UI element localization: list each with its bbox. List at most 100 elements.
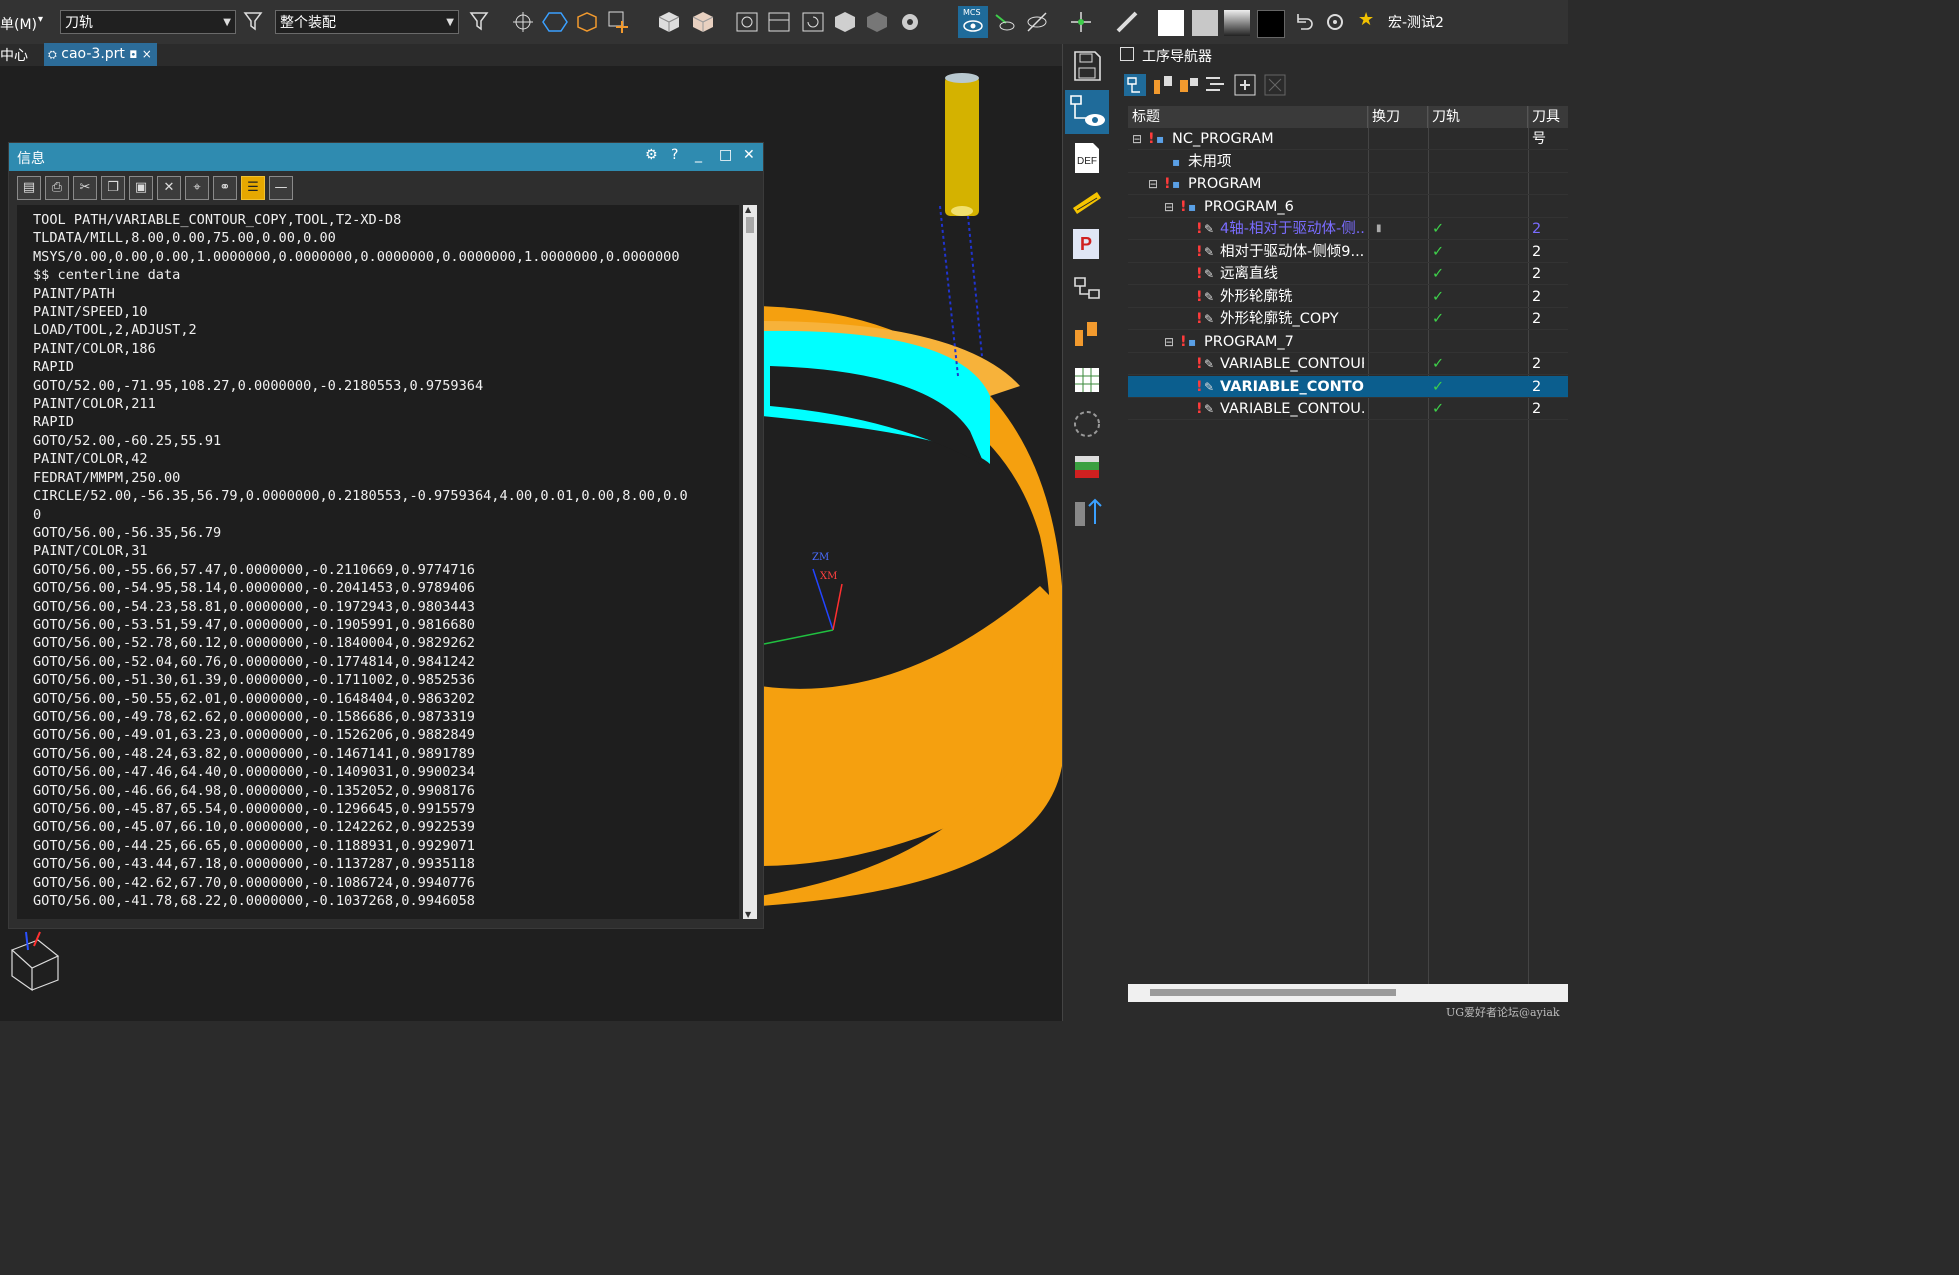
operation-row[interactable]: ! ✎ VARIABLE_CONTOUR ✓ 2 (1128, 353, 1568, 375)
snap-point-icon[interactable] (510, 9, 536, 35)
type-filter-combo[interactable]: 刀轨 ▼ (60, 10, 236, 34)
find-replace-button[interactable]: ⚭ (213, 176, 237, 200)
gear-icon[interactable]: ⚙ (645, 147, 658, 163)
operation-row[interactable]: ▪ 未用项 (1128, 151, 1568, 173)
info-line: TOOL PATH/VARIABLE_CONTOUR_COPY,TOOL,T2-… (33, 212, 402, 228)
geometry-view-icon[interactable] (1176, 72, 1202, 98)
wireframe-cube-icon[interactable] (690, 9, 716, 35)
background-gradient-swatch[interactable] (1224, 10, 1250, 36)
mcs-display-button[interactable]: MCS (958, 6, 988, 38)
rotate-view-icon[interactable] (800, 9, 826, 35)
background-gray-swatch[interactable] (1192, 10, 1218, 36)
roles-icon[interactable] (1069, 494, 1105, 530)
operation-row[interactable]: ! ✎ 外形轮廓铣_COPY ✓ 2 (1128, 308, 1568, 330)
menu-dropdown-icon[interactable]: ▾ (38, 14, 43, 25)
macro-label[interactable]: 宏-测试2 (1388, 12, 1444, 32)
delete-button[interactable]: ✕ (157, 176, 181, 200)
info-text-area[interactable]: TOOL PATH/VARIABLE_CONTOUR_COPY,TOOL,T2-… (17, 205, 739, 919)
column-header-toolpath[interactable]: 刀轨 (1428, 106, 1528, 128)
shaded-cube-icon[interactable] (656, 9, 682, 35)
info-line: GOTO/56.00,-56.35,56.79 (33, 524, 222, 541)
operation-row[interactable]: ! ✎ 外形轮廓铣 ✓ 2 (1128, 286, 1568, 308)
operation-navigator-tab[interactable] (1065, 90, 1109, 134)
view-section-icon[interactable] (734, 9, 760, 35)
method-view-icon[interactable] (1202, 72, 1228, 98)
operation-name: 4轴-相对于驱动体-侧... (1220, 221, 1364, 237)
save-file-button[interactable]: ▤ (17, 176, 41, 200)
navigator-pin-checkbox[interactable] (1120, 47, 1134, 61)
operation-row[interactable]: ⊟! ▪ NC_PROGRAM (1128, 128, 1568, 150)
find-button[interactable]: ⌖ (185, 176, 209, 200)
column-header-toolno[interactable]: 刀具号 (1528, 106, 1568, 147)
maximize-icon[interactable]: □ (719, 147, 732, 163)
solid-view-icon[interactable] (832, 9, 858, 35)
column-header-name[interactable]: 标题 (1128, 106, 1368, 128)
copy-button[interactable]: ❐ (101, 176, 125, 200)
hide-toolpath-icon[interactable] (1024, 9, 1050, 35)
expand-collapse-icon[interactable]: ⊟ (1132, 128, 1142, 150)
machine-tool-icon[interactable] (1069, 184, 1105, 220)
expand-collapse-icon[interactable]: ⊟ (1148, 173, 1158, 195)
spreadsheet-icon[interactable] (1069, 362, 1105, 398)
scroll-down-icon[interactable]: ▼ (745, 910, 751, 919)
info-vertical-scrollbar[interactable]: ▲ ▼ (743, 205, 757, 919)
material-stack-icon[interactable] (1069, 450, 1105, 486)
history-circle-icon[interactable] (1069, 406, 1105, 442)
navigator-horizontal-scrollbar[interactable] (1128, 984, 1568, 1002)
background-black-swatch[interactable] (1257, 10, 1285, 38)
assembly-scope-combo[interactable]: 整个装配 ▼ (275, 10, 459, 34)
machine-tool-view-icon[interactable] (1150, 72, 1176, 98)
operation-row[interactable]: ! ✎ 相对于驱动体-侧倾9... ✓ 2 (1128, 241, 1568, 263)
info-dialog-title-bar[interactable]: 信息 ⚙ ? _ □ ✕ (9, 143, 763, 171)
save-icon[interactable] (1069, 48, 1105, 84)
tab-close-icon[interactable]: × (142, 47, 152, 61)
settings-gear-icon[interactable] (1322, 9, 1348, 35)
column-header-toolchange[interactable]: 换刀 (1368, 106, 1428, 128)
undo-icon[interactable] (1290, 9, 1316, 35)
add-point-icon[interactable] (606, 9, 632, 35)
print-button[interactable]: ⎙ (45, 176, 69, 200)
favorite-star-icon[interactable]: ★ (1358, 9, 1374, 30)
minimize-icon[interactable]: _ (695, 147, 702, 163)
tool-library-icon[interactable] (1069, 316, 1105, 352)
post-processor-icon[interactable]: P (1069, 226, 1105, 262)
operation-row[interactable]: ⊟! ▪ PROGRAM_7 (1128, 331, 1568, 353)
move-csys-icon[interactable] (1068, 9, 1094, 35)
operation-row[interactable]: !✎ VARIABLE_CONTO... ✓ 2 (1128, 375, 1568, 398)
assembly-tree-icon[interactable] (1069, 272, 1105, 308)
paste-button[interactable]: ▣ (129, 176, 153, 200)
cut-button[interactable]: ✂ (73, 176, 97, 200)
measure-icon[interactable] (1114, 9, 1140, 35)
expand-collapse-icon[interactable]: ⊟ (1164, 196, 1174, 218)
tab-restore-icon[interactable]: ◘ (129, 50, 137, 61)
filter-options-icon[interactable] (468, 9, 494, 35)
operation-row[interactable]: ⊟! ▪ PROGRAM (1128, 173, 1568, 195)
scroll-thumb[interactable] (1150, 989, 1396, 996)
expand-collapse-icon[interactable]: ⊟ (1164, 331, 1174, 353)
background-white-swatch[interactable] (1158, 10, 1184, 36)
def-file-icon[interactable]: DEF (1069, 140, 1105, 176)
help-icon[interactable]: ? (671, 147, 678, 163)
operation-row[interactable]: ! ✎ VARIABLE_CONTOU... ✓ 2 (1128, 398, 1568, 420)
menu-button[interactable]: 单(M) (0, 14, 37, 34)
delete-operation-icon[interactable] (1262, 72, 1288, 98)
create-operation-icon[interactable] (1232, 72, 1258, 98)
program-order-view-icon[interactable] (1122, 72, 1148, 98)
word-wrap-toggle[interactable]: ☰ (241, 176, 265, 200)
tab-cao-3-prt[interactable]: ⛭ cao-3.prt ◘ × (44, 43, 157, 66)
collapse-button[interactable]: — (269, 176, 293, 200)
hidden-edge-icon[interactable] (864, 9, 890, 35)
operation-row[interactable]: ! ✎ 远离直线 ✓ 2 (1128, 263, 1568, 285)
tab-center[interactable]: 中心 (0, 45, 28, 65)
scroll-up-icon[interactable]: ▲ (745, 205, 751, 214)
show-hide-icon[interactable] (898, 9, 924, 35)
operation-row[interactable]: ⊟! ▪ PROGRAM_6 (1128, 196, 1568, 218)
clip-view-icon[interactable] (766, 9, 792, 35)
filter-icon[interactable] (242, 9, 268, 35)
close-icon[interactable]: ✕ (743, 147, 755, 163)
operation-row[interactable]: ! ✎ 4轴-相对于驱动体-侧... ▮ ✓ 2 (1128, 218, 1568, 240)
component-select-icon[interactable] (574, 9, 600, 35)
scroll-thumb[interactable] (746, 217, 754, 233)
hexagon-select-icon[interactable] (542, 9, 568, 35)
display-toolpath-icon[interactable] (992, 9, 1018, 35)
